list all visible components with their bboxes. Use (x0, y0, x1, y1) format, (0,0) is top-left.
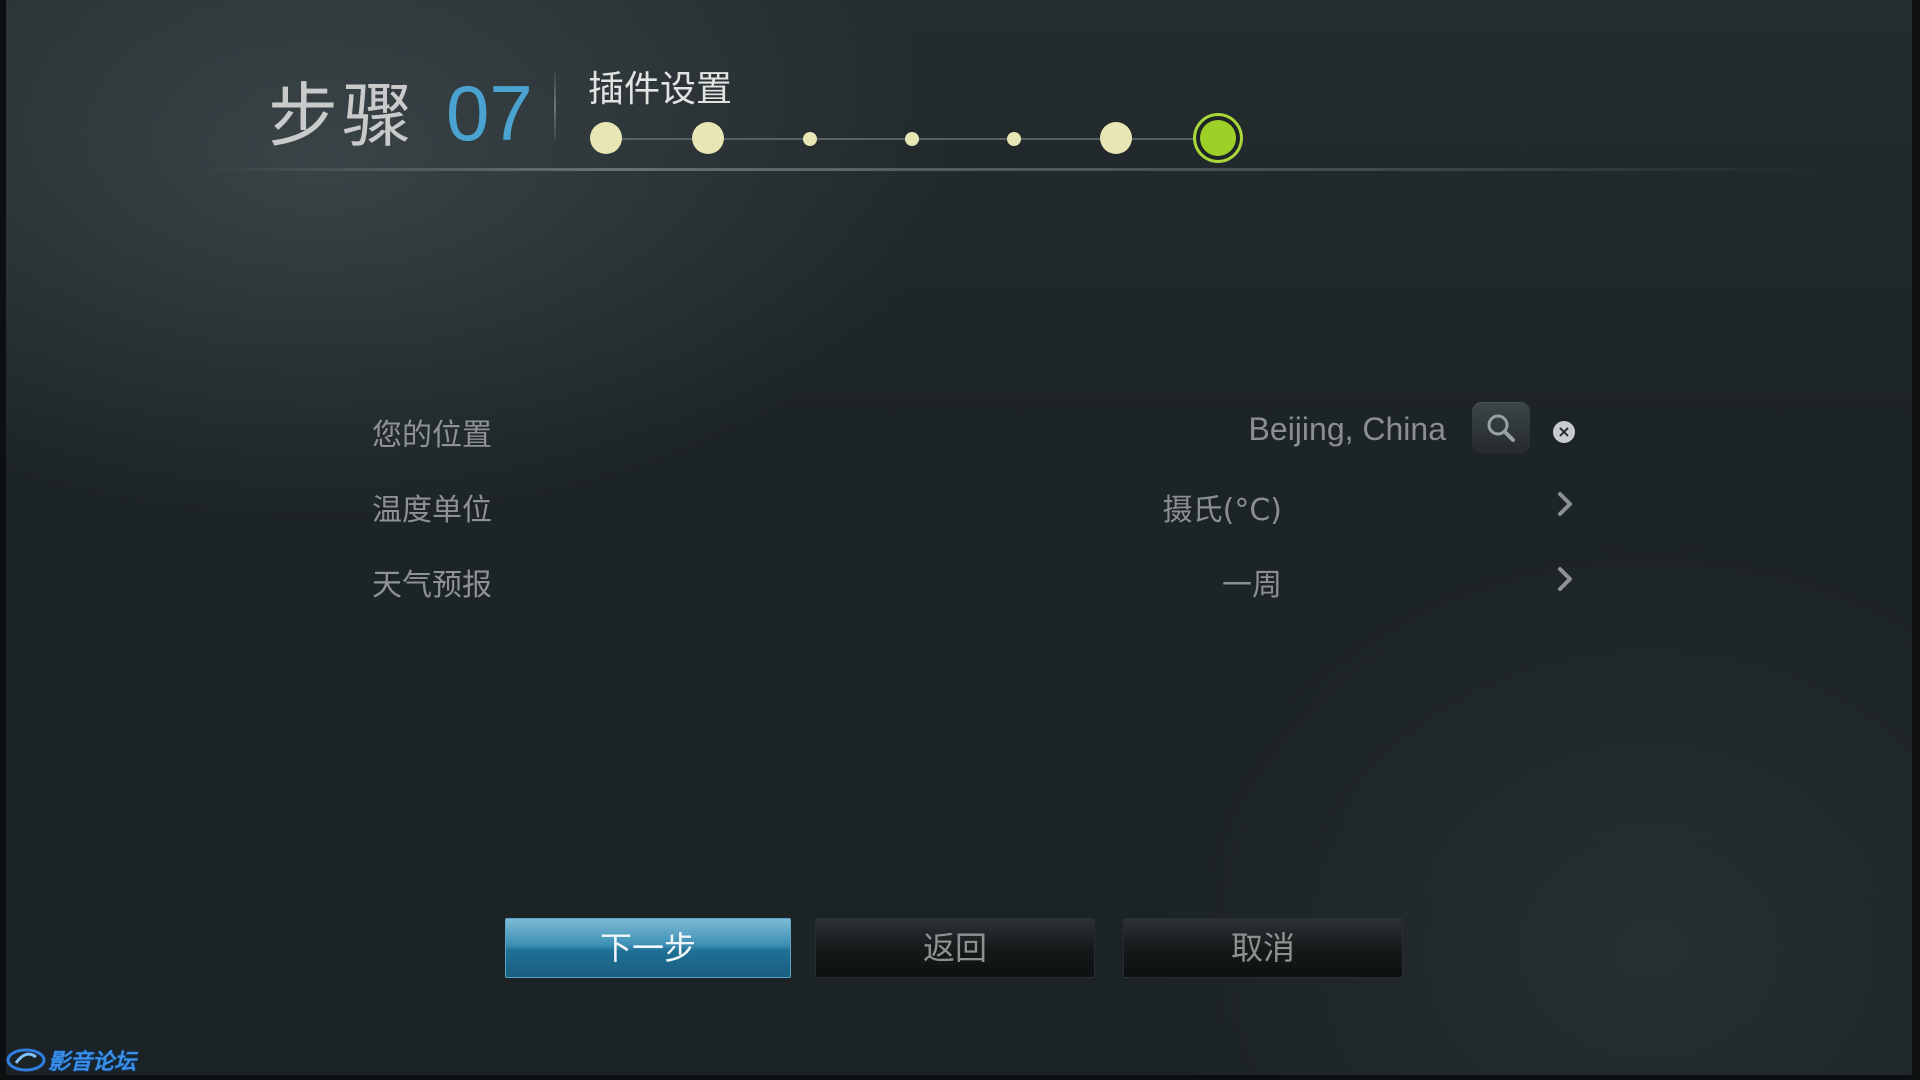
step-number: 07 (446, 69, 533, 157)
next-button[interactable]: 下一步 (505, 918, 791, 978)
location-search-button[interactable] (1472, 402, 1530, 454)
chevron-right-icon[interactable] (1555, 564, 1575, 594)
watermark-text: 影音论坛 (48, 1050, 137, 1075)
progress-step-3 (803, 132, 817, 146)
step-heading: 步骤 07 (268, 60, 533, 157)
location-value: Beijing, China (1248, 411, 1446, 447)
progress-step-4 (905, 132, 919, 146)
temperature-unit-label: 温度单位 (372, 493, 492, 528)
location-label: 您的位置 (372, 418, 492, 453)
section-title: 插件设置 (588, 69, 733, 110)
cancel-button[interactable]: 取消 (1123, 918, 1403, 978)
screen-edge-bottom (0, 1075, 1920, 1080)
progress-step-2 (692, 122, 724, 154)
screen-edge-right (1912, 0, 1920, 1080)
progress-step-1 (590, 122, 622, 154)
search-icon (1487, 414, 1515, 442)
step-word: 步骤 (268, 75, 416, 157)
screen-edge-left (0, 0, 6, 1080)
clear-icon[interactable]: × (1553, 421, 1575, 443)
chevron-right-icon[interactable] (1555, 489, 1575, 519)
forecast-value: 一周 (1222, 568, 1282, 603)
progress-step-5 (1007, 132, 1021, 146)
header-rule (200, 168, 1820, 171)
watermark: 影音论坛 (6, 1042, 136, 1078)
progress-step-7-current (1200, 120, 1236, 156)
progress-step-6 (1100, 122, 1132, 154)
temperature-unit-value: 摄氏(°C) (1162, 493, 1282, 528)
back-button[interactable]: 返回 (815, 918, 1095, 978)
forecast-label: 天气预报 (372, 568, 492, 603)
header-divider (554, 70, 556, 142)
swirl-logo-icon (6, 1048, 46, 1072)
